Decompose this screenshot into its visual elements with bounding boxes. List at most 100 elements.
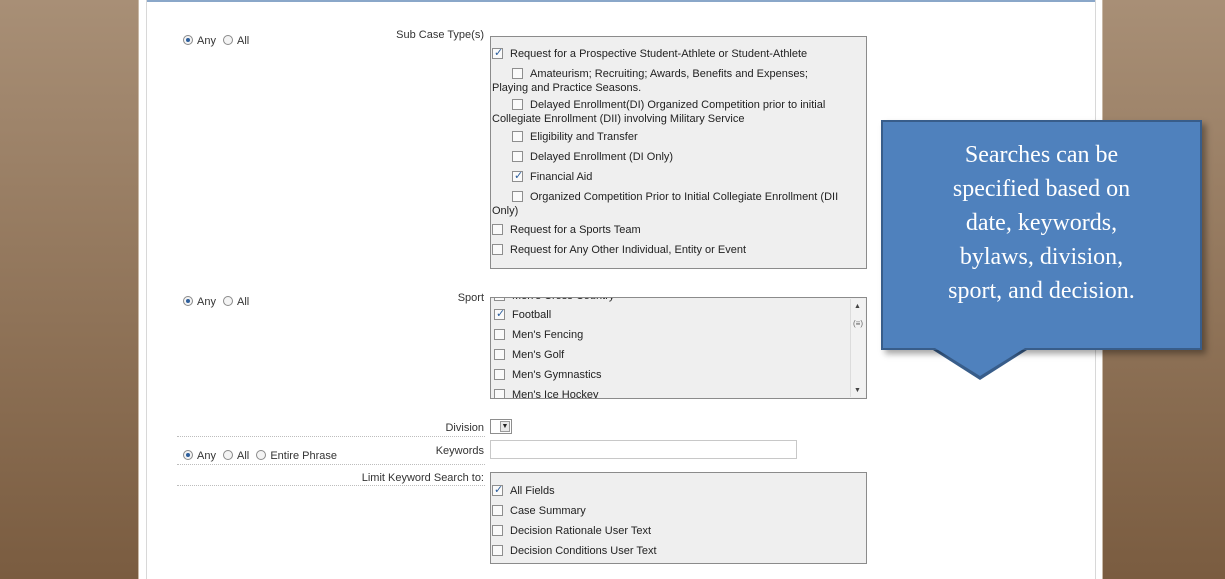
limit-item[interactable]: Case Summary (492, 504, 852, 518)
sub-case-subitem[interactable]: Organized Competition Prior to Initial C… (492, 190, 867, 218)
sport-item-label: Football (512, 309, 552, 321)
sub-case-subitem[interactable]: Delayed Enrollment(DI) Organized Competi… (492, 98, 867, 126)
sport-match-group: Any All (183, 296, 253, 308)
keywords-entire-phrase-radio[interactable] (256, 450, 267, 460)
sub-case-item-checkbox[interactable] (492, 224, 503, 235)
sub-case-any-radio[interactable] (183, 35, 193, 45)
limit-item-label: Decision Conditions User Text (510, 545, 657, 557)
sport-item-checkbox[interactable] (494, 369, 505, 380)
keywords-label: Keywords (435, 445, 484, 457)
sport-all-radio[interactable] (223, 296, 234, 306)
limit-item[interactable]: Decision Rationale User Text (492, 524, 852, 538)
sub-case-type-label: Sub Case Type(s) (396, 29, 484, 41)
callout-line: specified based on (952, 176, 1131, 202)
sub-case-subitem-checkbox[interactable] (512, 99, 523, 110)
sport-item-label: Men's Cross Country (512, 298, 614, 302)
callout-pointer (935, 348, 1025, 376)
sport-item[interactable]: Football (494, 307, 834, 322)
keywords-input[interactable] (490, 440, 797, 459)
sub-case-item[interactable]: Request for a Sports Team (492, 223, 862, 237)
sub-case-item[interactable]: Request for a Prospective Student-Athlet… (492, 46, 862, 61)
divider (177, 485, 485, 486)
sport-label: Sport (457, 292, 484, 304)
sub-case-subitem[interactable]: Amateurism; Recruiting; Awards, Benefits… (492, 67, 867, 95)
sub-case-item-label: Request for a Sports Team (510, 224, 641, 236)
sport-scrollbar[interactable]: ▲ (≡) ▼ (850, 299, 865, 397)
sport-item[interactable]: Men's Ice Hockey (494, 388, 834, 399)
sport-listbox[interactable]: ▲ (≡) ▼ Men's Cross Country Football Men's… (490, 297, 867, 399)
callout-line: date, keywords, (965, 210, 1118, 236)
scroll-down-icon[interactable]: ▼ (854, 387, 861, 394)
sub-case-subitem-label: Eligibility and Transfer (530, 131, 638, 143)
limit-item-checkbox[interactable] (492, 545, 503, 556)
limit-item-label: All Fields (510, 485, 555, 497)
sub-case-subitem-label-cont: Playing and Practice Seasons. (492, 82, 642, 94)
scroll-thumb-icon[interactable]: (≡) (853, 319, 863, 328)
sport-item-checkbox[interactable] (494, 389, 505, 398)
sub-case-subitem-label: Organized Competition Prior to Initial C… (530, 191, 839, 203)
sub-case-subitem[interactable]: Eligibility and Transfer (512, 130, 867, 144)
sport-item-checkbox[interactable] (494, 329, 505, 340)
sport-item[interactable]: Men's Cross Country (494, 298, 834, 303)
limit-item[interactable]: All Fields (492, 483, 852, 498)
sub-case-item-label: Request for Any Other Individual, Entity… (510, 244, 747, 256)
radio-label-all: All (237, 296, 250, 308)
sport-item-checkbox[interactable] (494, 307, 505, 321)
sub-case-item-checkbox[interactable] (492, 244, 503, 255)
sub-case-subitem-label-cont: Collegiate Enrollment (DII) involving Mi… (492, 113, 745, 125)
sub-case-subitem-label: Delayed Enrollment (DI Only) (530, 151, 674, 163)
radio-label-any: Any (197, 35, 216, 47)
limit-item-checkbox[interactable] (492, 483, 503, 497)
limit-item-checkbox[interactable] (492, 525, 503, 536)
keywords-match-group: Any All Entire Phrase (183, 450, 341, 462)
sub-case-subitem-checkbox[interactable] (512, 169, 523, 183)
limit-item-label: Case Summary (510, 505, 586, 517)
radio-label-all: All (237, 35, 250, 47)
sport-item-label: Men's Fencing (512, 329, 584, 341)
sport-item-checkbox[interactable] (494, 349, 505, 360)
sub-case-subitem-checkbox[interactable] (512, 68, 523, 79)
sub-case-item[interactable]: Request for Any Other Individual, Entity… (492, 243, 862, 257)
top-border (147, 0, 1095, 2)
divider (177, 436, 485, 437)
callout-box: Searches can be specified based on date,… (881, 120, 1202, 350)
sport-item[interactable]: Men's Fencing (494, 328, 834, 342)
sport-item[interactable]: Men's Gymnastics (494, 368, 834, 382)
limit-item-label: Decision Rationale User Text (510, 525, 652, 537)
sub-case-match-group: Any All (183, 35, 253, 47)
sport-item[interactable]: Men's Golf (494, 348, 834, 362)
sport-item-label: Men's Ice Hockey (512, 389, 599, 399)
sub-case-subitem-checkbox[interactable] (512, 151, 523, 162)
divider (177, 464, 485, 465)
keywords-all-radio[interactable] (223, 450, 234, 460)
sport-item-checkbox[interactable] (494, 298, 505, 301)
sub-case-subitem-checkbox[interactable] (512, 131, 523, 142)
radio-label-any: Any (197, 296, 216, 308)
sub-case-subitem-checkbox[interactable] (512, 191, 523, 202)
callout-line: Searches can be (964, 142, 1119, 168)
left-background-panel (0, 0, 139, 579)
sub-case-item-label: Request for a Prospective Student-Athlet… (510, 48, 808, 60)
sub-case-subitem-label: Amateurism; Recruiting; Awards, Benefits… (530, 68, 808, 80)
callout-line: bylaws, division, (959, 244, 1124, 270)
chevron-down-icon[interactable]: ▼ (500, 421, 510, 432)
division-select[interactable]: ▼ (490, 419, 512, 434)
radio-label-all: All (237, 450, 250, 462)
sport-item-label: Men's Gymnastics (512, 369, 602, 381)
limit-item-checkbox[interactable] (492, 505, 503, 516)
sport-any-radio[interactable] (183, 296, 193, 306)
sub-case-item-checkbox[interactable] (492, 46, 503, 60)
sub-case-subitem-label: Delayed Enrollment(DI) Organized Competi… (530, 99, 826, 111)
sub-case-subitem-label: Financial Aid (530, 171, 593, 183)
keywords-any-radio[interactable] (183, 450, 193, 460)
sub-case-subitem[interactable]: Financial Aid (512, 169, 867, 184)
radio-label-entire-phrase: Entire Phrase (270, 450, 337, 462)
scroll-up-icon[interactable]: ▲ (854, 303, 861, 310)
callout-line: sport, and decision. (948, 278, 1135, 304)
sub-case-all-radio[interactable] (223, 35, 234, 45)
sport-item-label: Men's Golf (512, 349, 565, 361)
sub-case-subitem[interactable]: Delayed Enrollment (DI Only) (512, 150, 867, 164)
limit-keyword-label: Limit Keyword Search to: (361, 472, 484, 484)
division-label: Division (445, 422, 484, 434)
limit-item[interactable]: Decision Conditions User Text (492, 544, 852, 558)
